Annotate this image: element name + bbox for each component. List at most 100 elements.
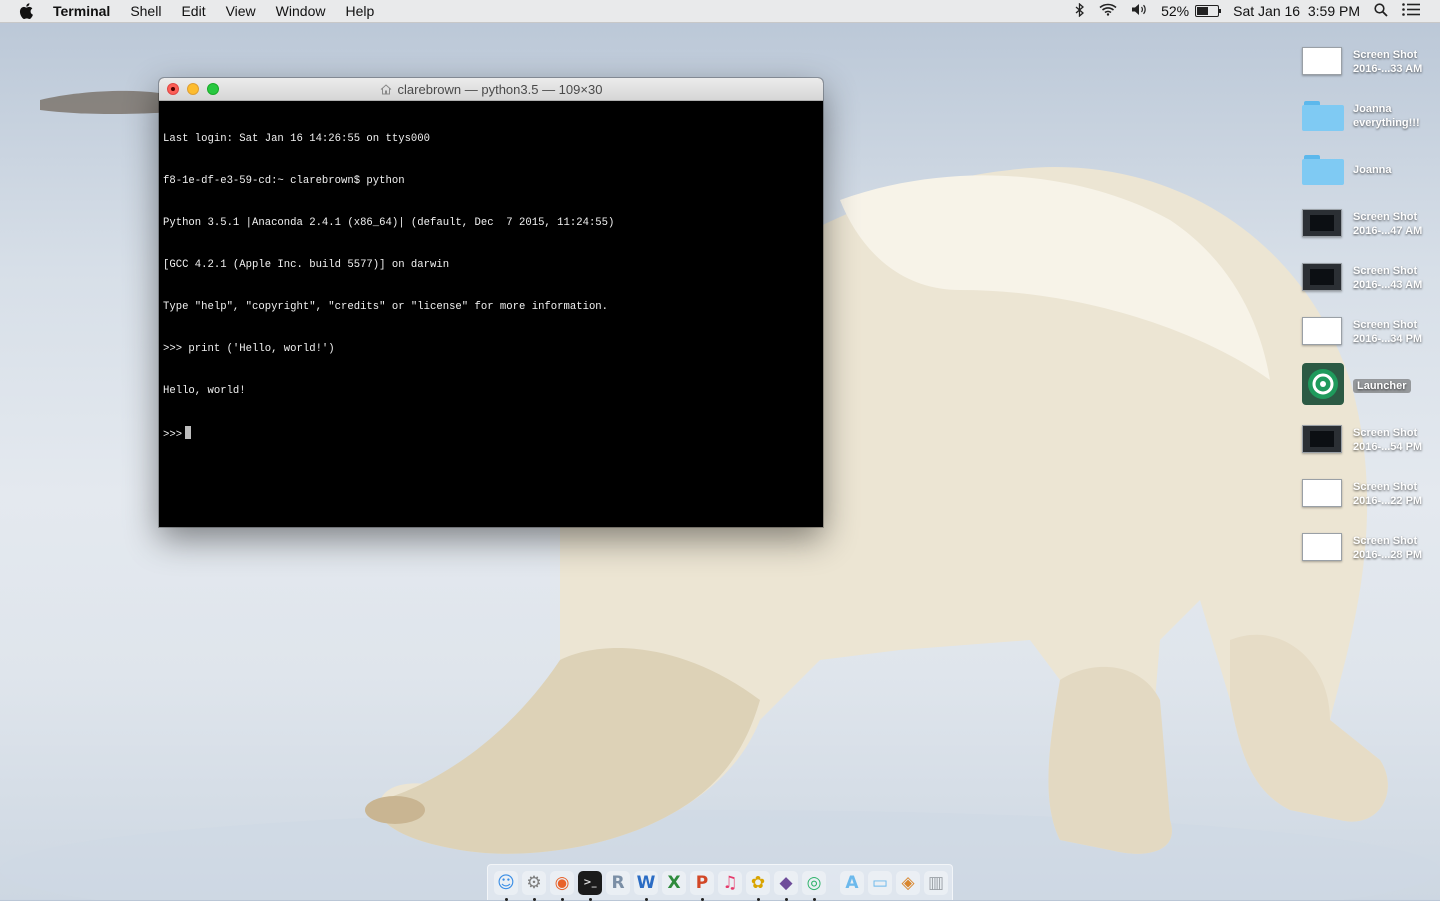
menu-help[interactable]: Help bbox=[345, 3, 374, 19]
spotlight-icon[interactable] bbox=[1374, 2, 1388, 20]
desktop-item-subname: 2016-...54 PM bbox=[1353, 441, 1423, 453]
screenshot-file-icon bbox=[1302, 47, 1344, 77]
desktop-item[interactable]: Screen Shot 2016-...33 AM bbox=[1302, 40, 1440, 84]
volume-icon[interactable] bbox=[1131, 3, 1147, 19]
bluetooth-icon[interactable] bbox=[1075, 2, 1085, 20]
desktop-item[interactable]: Screen Shot 2016-...47 AM bbox=[1302, 202, 1440, 246]
desktop-item-label: Screen Shot 2016-...47 AM bbox=[1353, 210, 1422, 238]
menu-app-name[interactable]: Terminal bbox=[53, 3, 110, 19]
terminal-icon[interactable]: >_ bbox=[578, 870, 602, 901]
desktop-item-label: Screen Shot 2016-...34 PM bbox=[1353, 318, 1422, 346]
terminal-window[interactable]: clarebrown — python3.5 — 109×30 Last log… bbox=[159, 78, 823, 527]
desktop-item-label: Joanna bbox=[1353, 163, 1392, 177]
terminal-line: Last login: Sat Jan 16 14:26:55 on ttys0… bbox=[163, 133, 431, 145]
desktop-item-subname: 2016-...34 PM bbox=[1353, 333, 1423, 345]
launcher-icon[interactable]: ◎ bbox=[802, 870, 826, 901]
desktop-item[interactable]: Screen Shot 2016-...43 AM bbox=[1302, 256, 1440, 300]
excel-icon[interactable]: X bbox=[662, 870, 686, 895]
battery-icon[interactable] bbox=[1195, 5, 1222, 17]
menu-bar: Terminal Shell Edit View Window Help 52%… bbox=[0, 0, 1440, 23]
desktop-item-label: Joanna everything!!! bbox=[1353, 102, 1420, 130]
window-title: clarebrown — python3.5 — 109×30 bbox=[380, 81, 603, 97]
screenshot-file-icon bbox=[1302, 209, 1344, 239]
folder-icon bbox=[1302, 101, 1344, 131]
desktop-item-name: Joanna bbox=[1353, 103, 1392, 115]
menu-window[interactable]: Window bbox=[276, 3, 326, 19]
text-cursor bbox=[185, 426, 192, 439]
desktop-item-subname: 2016-...28 PM bbox=[1353, 549, 1423, 561]
screenshot-file-icon bbox=[1302, 263, 1344, 293]
terminal-output[interactable]: Last login: Sat Jan 16 14:26:55 on ttys0… bbox=[159, 101, 823, 521]
itunes-icon[interactable]: ♫ bbox=[718, 870, 742, 895]
notification-center-icon[interactable] bbox=[1402, 3, 1420, 19]
screenshot-file-icon bbox=[1302, 533, 1344, 563]
system-preferences-icon[interactable]: ⚙ bbox=[522, 870, 546, 901]
r-icon[interactable]: R bbox=[606, 870, 630, 895]
status-area: 52% Sat Jan 16 3:59 PM bbox=[1075, 0, 1440, 22]
desktop-item-name: Joanna bbox=[1353, 164, 1392, 176]
downloads-stack-icon[interactable]: ◈ bbox=[896, 870, 920, 895]
folder-icon bbox=[1302, 155, 1344, 185]
wing-ide-icon[interactable]: ✿ bbox=[746, 870, 770, 901]
applications-folder-icon[interactable]: A bbox=[840, 870, 864, 895]
github-icon[interactable]: ◆ bbox=[774, 870, 798, 901]
desktop-item[interactable]: Joanna everything!!! bbox=[1302, 94, 1440, 138]
menu-view[interactable]: View bbox=[226, 3, 256, 19]
terminal-line: f8-1e-df-e3-59-cd:~ clarebrown$ python bbox=[163, 175, 405, 187]
terminal-line: Type "help", "copyright", "credits" or "… bbox=[163, 301, 609, 313]
window-controls bbox=[167, 83, 227, 95]
desktop-item[interactable]: Screen Shot 2016-...22 PM bbox=[1302, 472, 1440, 516]
desktop-item[interactable]: Joanna bbox=[1302, 148, 1440, 192]
trash-icon[interactable]: ▥ bbox=[924, 870, 948, 895]
desktop-item-name: Screen Shot bbox=[1353, 265, 1418, 277]
desktop-item-subname: 2016-...47 AM bbox=[1353, 225, 1423, 237]
terminal-line: Hello, world! bbox=[163, 385, 246, 397]
desktop-item-name: Launcher bbox=[1357, 380, 1407, 392]
window-title-text: clarebrown — python3.5 — 109×30 bbox=[397, 81, 603, 97]
menu-shell[interactable]: Shell bbox=[130, 3, 161, 19]
desktop-item-subname: everything!!! bbox=[1353, 117, 1420, 129]
window-titlebar[interactable]: clarebrown — python3.5 — 109×30 bbox=[159, 78, 823, 101]
desktop-item-name: Screen Shot bbox=[1353, 49, 1418, 61]
desktop-item[interactable]: Screen Shot 2016-...28 PM bbox=[1302, 526, 1440, 570]
desktop-item-label: Screen Shot 2016-...22 PM bbox=[1353, 480, 1422, 508]
desktop-item-label: Screen Shot 2016-...33 AM bbox=[1353, 48, 1422, 76]
terminal-prompt-line[interactable]: >>> bbox=[163, 426, 819, 441]
wifi-icon[interactable] bbox=[1099, 3, 1117, 19]
apple-icon[interactable] bbox=[19, 2, 37, 20]
powerpoint-icon[interactable]: P bbox=[690, 870, 714, 901]
terminal-line: Python 3.5.1 |Anaconda 2.4.1 (x86_64)| (… bbox=[163, 217, 615, 229]
desktop-item-subname: 2016-...33 AM bbox=[1353, 63, 1423, 75]
desktop-item-label: Launcher bbox=[1353, 379, 1411, 393]
launcher-app-icon bbox=[1302, 363, 1344, 405]
menu-edit[interactable]: Edit bbox=[181, 3, 205, 19]
screenshot-file-icon bbox=[1302, 425, 1344, 455]
documents-folder-icon[interactable]: ▭ bbox=[868, 870, 892, 895]
dock: ☺ ⚙ ◉ >_ R W X P ♫ ✿ ◆ ◎ A ▭ ◈ ▥ bbox=[487, 864, 953, 901]
firefox-icon[interactable]: ◉ bbox=[550, 870, 574, 901]
python-prompt: >>> bbox=[163, 429, 183, 441]
desktop-item[interactable]: Screen Shot 2016-...34 PM bbox=[1302, 310, 1440, 354]
battery-percent: 52% bbox=[1161, 3, 1190, 19]
clock[interactable]: Sat Jan 16 3:59 PM bbox=[1233, 3, 1360, 19]
close-button[interactable] bbox=[167, 83, 179, 95]
screenshot-file-icon bbox=[1302, 317, 1344, 347]
desktop-item-name: Screen Shot bbox=[1353, 211, 1418, 223]
desktop-item-name: Screen Shot bbox=[1353, 427, 1418, 439]
desktop-item-name: Screen Shot bbox=[1353, 481, 1418, 493]
word-icon[interactable]: W bbox=[634, 870, 658, 901]
terminal-line: >>> print ('Hello, world!') bbox=[163, 343, 335, 355]
desktop-item-subname: 2016-...22 PM bbox=[1353, 495, 1423, 507]
desktop-item-label: Screen Shot 2016-...54 PM bbox=[1353, 426, 1422, 454]
terminal-line: [GCC 4.2.1 (Apple Inc. build 5577)] on d… bbox=[163, 259, 450, 271]
home-folder-icon bbox=[380, 83, 392, 95]
desktop-item[interactable]: Launcher bbox=[1302, 363, 1440, 408]
desktop-item-name: Screen Shot bbox=[1353, 319, 1418, 331]
screenshot-file-icon bbox=[1302, 479, 1344, 509]
finder-icon[interactable]: ☺ bbox=[494, 870, 518, 901]
zoom-button[interactable] bbox=[207, 83, 219, 95]
desktop-item-label: Screen Shot 2016-...28 PM bbox=[1353, 534, 1422, 562]
desktop-item-name: Screen Shot bbox=[1353, 535, 1418, 547]
desktop-item[interactable]: Screen Shot 2016-...54 PM bbox=[1302, 418, 1440, 462]
minimize-button[interactable] bbox=[187, 83, 199, 95]
